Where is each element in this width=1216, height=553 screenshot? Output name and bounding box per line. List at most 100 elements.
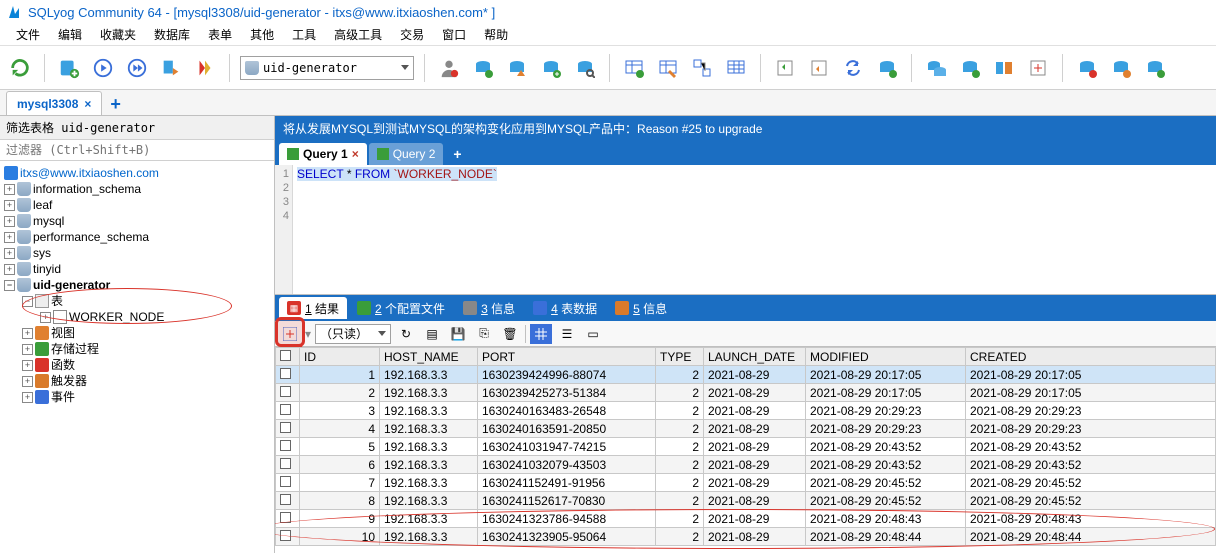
new-conn-icon[interactable]: [55, 54, 83, 82]
menu-item[interactable]: 编辑: [50, 24, 90, 45]
expand-icon[interactable]: +: [22, 392, 33, 403]
table-row[interactable]: 4192.168.3.31630240163591-2085022021-08-…: [276, 420, 1216, 438]
restore-icon[interactable]: [805, 54, 833, 82]
diff-icon[interactable]: [1024, 54, 1052, 82]
tree-db[interactable]: +information_schema: [0, 181, 274, 197]
db-orange-icon[interactable]: [1107, 54, 1135, 82]
backup-icon[interactable]: [771, 54, 799, 82]
result-tab[interactable]: 2 个配置文件: [349, 297, 453, 319]
tree-group[interactable]: +存储过程: [0, 341, 274, 357]
result-tab[interactable]: 5 信息: [607, 297, 675, 319]
column-header[interactable]: MODIFIED: [806, 348, 966, 366]
tree-tables-group[interactable]: − 表: [0, 293, 274, 309]
expand-icon[interactable]: +: [4, 232, 15, 243]
tree-db[interactable]: +leaf: [0, 197, 274, 213]
column-header[interactable]: TYPE: [656, 348, 704, 366]
db-sync-icon[interactable]: [469, 54, 497, 82]
db-green-icon[interactable]: [1141, 54, 1169, 82]
database-selector[interactable]: uid-generator: [240, 56, 414, 80]
result-tab[interactable]: ▦1 结果: [279, 297, 347, 319]
form-view-icon[interactable]: ☰: [556, 324, 578, 344]
copy-icon[interactable]: ⎘: [473, 324, 495, 344]
expand-icon[interactable]: +: [4, 248, 15, 259]
expand-icon[interactable]: +: [4, 184, 15, 195]
object-tree[interactable]: itxs@www.itxiaoshen.com +information_sch…: [0, 161, 274, 553]
result-tab[interactable]: 3 信息: [455, 297, 523, 319]
expand-icon[interactable]: +: [40, 312, 51, 323]
grid-add-icon[interactable]: [279, 324, 301, 344]
checkbox[interactable]: [280, 386, 291, 397]
checkbox[interactable]: [280, 404, 291, 415]
tree-table-item[interactable]: + WORKER_NODE: [0, 309, 274, 325]
close-icon[interactable]: ×: [352, 147, 359, 161]
table-row[interactable]: 5192.168.3.31630241031947-7421522021-08-…: [276, 438, 1216, 456]
tree-db[interactable]: +sys: [0, 245, 274, 261]
checkbox[interactable]: [280, 530, 291, 541]
table-row[interactable]: 9192.168.3.31630241323786-9458822021-08-…: [276, 510, 1216, 528]
table-relation-icon[interactable]: [688, 54, 716, 82]
checkbox[interactable]: [280, 350, 291, 361]
expand-icon[interactable]: +: [22, 344, 33, 355]
checkbox[interactable]: [280, 494, 291, 505]
format-icon[interactable]: [191, 54, 219, 82]
grid-view-icon[interactable]: [530, 324, 552, 344]
refresh-icon[interactable]: [6, 54, 34, 82]
result-grid[interactable]: IDHOST_NAMEPORTTYPELAUNCH_DATEMODIFIEDCR…: [275, 347, 1216, 553]
checkbox[interactable]: [280, 476, 291, 487]
schedule-icon[interactable]: [873, 54, 901, 82]
expand-icon[interactable]: +: [22, 376, 33, 387]
expand-icon[interactable]: +: [4, 264, 15, 275]
column-header[interactable]: CREATED: [966, 348, 1216, 366]
execute-icon[interactable]: [89, 54, 117, 82]
sync-icon[interactable]: [839, 54, 867, 82]
close-icon[interactable]: ×: [84, 97, 91, 111]
collapse-icon[interactable]: −: [22, 296, 33, 307]
user-icon[interactable]: [435, 54, 463, 82]
table-row[interactable]: 8192.168.3.31630241152617-7083022021-08-…: [276, 492, 1216, 510]
sql-editor[interactable]: 1234 SELECT * FROM `WORKER_NODE`: [275, 165, 1216, 295]
table-new-icon[interactable]: [620, 54, 648, 82]
checkbox[interactable]: [280, 512, 291, 523]
upgrade-banner[interactable]: 将从发展MYSQL到测试MYSQL的架构变化应用到MYSQL产品中：Reason…: [275, 116, 1216, 141]
db-export-icon[interactable]: [537, 54, 565, 82]
table-row[interactable]: 10192.168.3.31630241323905-9506422021-08…: [276, 528, 1216, 546]
expand-icon[interactable]: +: [22, 360, 33, 371]
table-row[interactable]: 6192.168.3.31630241032079-4350322021-08-…: [276, 456, 1216, 474]
tree-db[interactable]: +mysql: [0, 213, 274, 229]
checkbox[interactable]: [280, 440, 291, 451]
execute-all-icon[interactable]: [123, 54, 151, 82]
text-view-icon[interactable]: ▭: [582, 324, 604, 344]
copy-db-icon[interactable]: [922, 54, 950, 82]
tree-group[interactable]: +触发器: [0, 373, 274, 389]
collapse-icon[interactable]: −: [4, 280, 15, 291]
checkbox[interactable]: [280, 458, 291, 469]
compare-icon[interactable]: [990, 54, 1018, 82]
checkbox[interactable]: [280, 368, 291, 379]
tree-db-active[interactable]: − uid-generator: [0, 277, 274, 293]
expand-icon[interactable]: +: [4, 216, 15, 227]
table-row[interactable]: 3192.168.3.31630240163483-2654822021-08-…: [276, 402, 1216, 420]
migrate-icon[interactable]: [956, 54, 984, 82]
tree-db[interactable]: +tinyid: [0, 261, 274, 277]
table-index-icon[interactable]: [722, 54, 750, 82]
expand-icon[interactable]: +: [4, 200, 15, 211]
execute-cursor-icon[interactable]: [157, 54, 185, 82]
result-tab[interactable]: 4 表数据: [525, 297, 605, 319]
column-header[interactable]: LAUNCH_DATE: [704, 348, 806, 366]
connection-tab-active[interactable]: mysql3308 ×: [6, 91, 102, 115]
editor-code[interactable]: SELECT * FROM `WORKER_NODE`: [293, 165, 1216, 294]
tree-group[interactable]: +函数: [0, 357, 274, 373]
table-row[interactable]: 1192.168.3.31630239424996-8807422021-08-…: [276, 366, 1216, 384]
column-header[interactable]: PORT: [478, 348, 656, 366]
delete-icon[interactable]: 🗑: [499, 324, 521, 344]
expand-icon[interactable]: +: [22, 328, 33, 339]
column-header[interactable]: ID: [300, 348, 380, 366]
db-search-icon[interactable]: [571, 54, 599, 82]
menu-item[interactable]: 交易: [392, 24, 432, 45]
add-query-tab[interactable]: +: [445, 143, 469, 165]
column-header[interactable]: [276, 348, 300, 366]
menu-item[interactable]: 窗口: [434, 24, 474, 45]
table-edit-icon[interactable]: [654, 54, 682, 82]
db-import-icon[interactable]: [503, 54, 531, 82]
checkbox[interactable]: [280, 422, 291, 433]
